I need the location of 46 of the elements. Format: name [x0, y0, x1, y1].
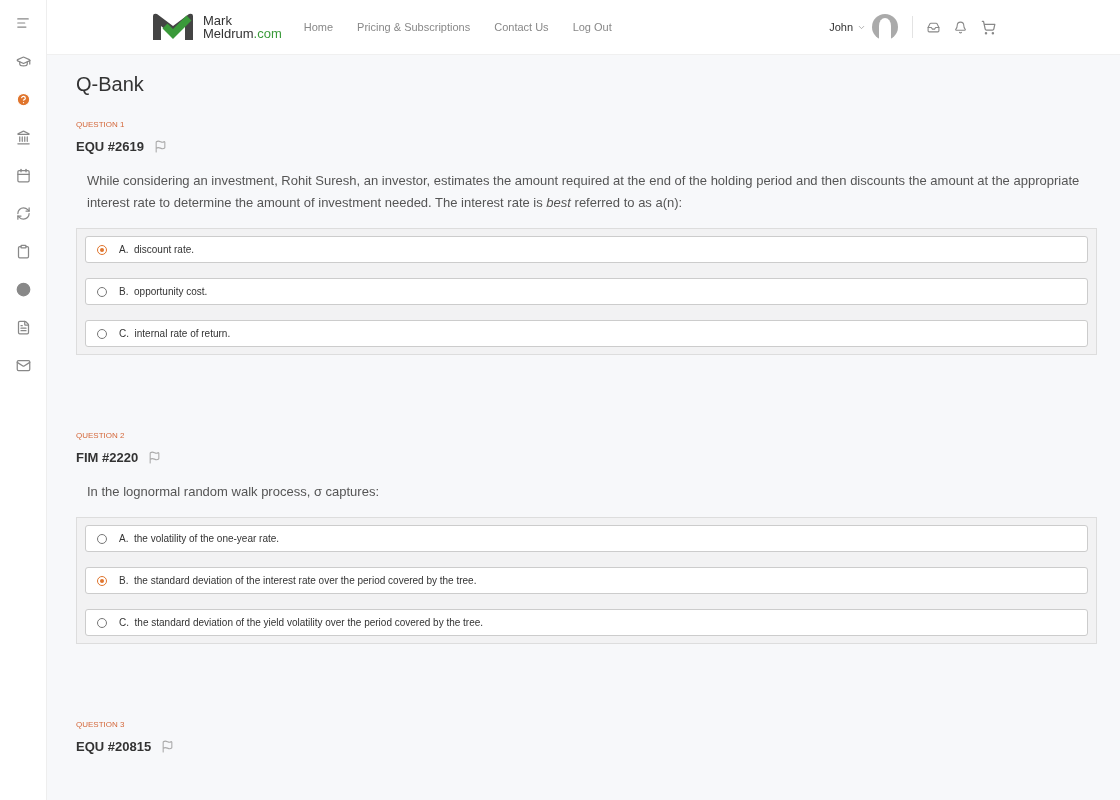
radio-button[interactable] [97, 575, 107, 586]
answer-option[interactable]: B. the standard deviation of the interest rate over the period covered by the tree. [85, 567, 1088, 594]
inbox-icon[interactable] [927, 20, 940, 34]
option-text: C. internal rate of return. [119, 328, 231, 339]
answer-option[interactable]: C. internal rate of return. [85, 320, 1088, 347]
answer-option[interactable]: C. the standard deviation of the yield volatility over the period covered by the tree. [85, 609, 1088, 636]
radio-button[interactable] [97, 617, 107, 628]
flag-icon[interactable] [153, 140, 167, 153]
answer-option[interactable]: A. the volatility of the one-year rate. [85, 525, 1088, 552]
answer-option[interactable]: B. opportunity cost. [85, 278, 1088, 305]
nav-link[interactable]: Pricing & Subscriptions [357, 21, 471, 33]
question-label: QUESTION 2 [76, 431, 126, 440]
question-text: In the lognormal random walk process, σ captures: [87, 483, 380, 501]
logo-text: Mark Meldrum.com [203, 14, 282, 40]
calendar-icon[interactable] [14, 166, 32, 184]
page-title: Q-Bank [76, 73, 145, 96]
logo-icon [151, 12, 195, 42]
radio-button[interactable] [97, 286, 107, 297]
help-icon[interactable] [14, 90, 32, 108]
flag-icon[interactable] [148, 451, 162, 464]
option-text: B. the standard deviation of the interest rate over the period covered by the tree. [119, 575, 477, 586]
radio-button[interactable] [97, 328, 107, 339]
question-label: QUESTION 3 [76, 720, 126, 729]
option-text: A. discount rate. [119, 244, 195, 255]
answer-option[interactable]: A. discount rate. [85, 236, 1088, 263]
nav-link[interactable]: Home [303, 21, 334, 33]
question-label: QUESTION 1 [76, 120, 126, 129]
option-text: C. the standard deviation of the yield volatility over the period covered by the tree. [119, 617, 484, 628]
avatar-icon[interactable] [872, 14, 898, 40]
option-text: A. the volatility of the one-year rate. [119, 533, 280, 544]
question-code: EQU #20815 [76, 739, 152, 754]
cart-icon[interactable] [981, 19, 996, 35]
refresh-icon[interactable] [14, 204, 32, 222]
nav-link[interactable]: Contact Us [494, 21, 549, 33]
user-menu[interactable]: John [829, 21, 866, 33]
nav-link[interactable]: Log Out [572, 21, 612, 33]
option-text: B. opportunity cost. [119, 286, 208, 297]
bell-icon[interactable] [954, 20, 967, 34]
circle-icon[interactable] [14, 280, 32, 298]
bank-icon[interactable] [14, 128, 32, 146]
flag-icon[interactable] [161, 740, 175, 753]
radio-button[interactable] [97, 244, 107, 255]
question-code: EQU #2619 [76, 139, 144, 154]
question-text: While considering an investment, Rohit Suresh, an investor, estimates the amount required at the end of the holding period and then discounts the amount at the appropriate interest rate to determine the amount of investment needed. The interest rate is best referred to as a(n): [87, 172, 1081, 212]
radio-button[interactable] [97, 533, 107, 544]
question-code: FIM #2220 [76, 450, 139, 465]
